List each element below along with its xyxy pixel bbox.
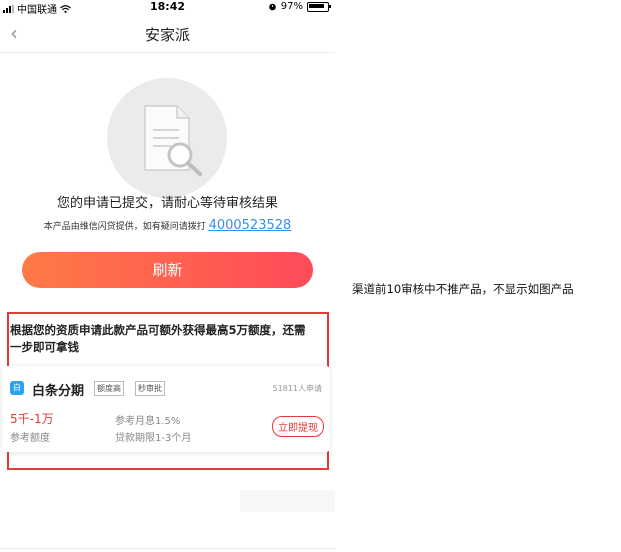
applicant-count: 51811人申请 — [272, 384, 322, 393]
phone-screen: 中国联通 18:42 97% ‹ 安家派 您的申请已提交，请耐心等待审核结果 本… — [0, 0, 335, 552]
withdraw-button[interactable]: 立即提现 — [272, 416, 324, 437]
product-tag: 额度高 — [94, 381, 124, 396]
document-magnifier-icon — [144, 105, 202, 176]
page-title: 安家派 — [144, 26, 190, 44]
promo-text: 根据您的资质申请此款产品可额外获得最高5万额度，还需 一步即可拿钱 — [10, 322, 335, 356]
product-card[interactable]: 白条 白条分期 额度高 秒审批 51811人申请 5千-1万 参考额度 参考月息… — [2, 366, 330, 452]
document-search-illustration — [107, 78, 227, 198]
product-logo-icon: 白条 — [10, 381, 24, 406]
alarm-icon — [268, 3, 276, 11]
divider — [0, 548, 335, 549]
refresh-button[interactable]: 刷新 — [22, 252, 313, 288]
submission-message: 您的申请已提交，请耐心等待审核结果 — [56, 196, 278, 211]
loan-period: 贷款期限1-3个月 — [115, 433, 192, 444]
annotation-note: 渠道前10审核中不推产品，不显示如图产品 — [352, 282, 574, 296]
provider-text: 本产品由维信闪贷提供，如有疑问请拨打 — [43, 222, 206, 232]
nav-bar: ‹ 安家派 — [0, 16, 335, 53]
background-patch — [240, 490, 335, 512]
provider-info: 本产品由维信闪贷提供，如有疑问请拨打 4000523528 — [0, 218, 335, 233]
product-tag: 秒审批 — [135, 381, 165, 396]
loan-amount: 5千-1万 — [10, 412, 54, 426]
battery-icon — [307, 1, 331, 12]
battery-percent: 97% — [280, 1, 303, 12]
product-name: 白条分期 — [32, 384, 85, 399]
hotline-link[interactable]: 4000523528 — [209, 218, 292, 233]
promo-line-2: 一步即可拿钱 — [10, 340, 79, 354]
status-bar: 中国联通 18:42 97% — [0, 0, 335, 16]
loan-amount-label: 参考额度 — [10, 433, 50, 444]
monthly-rate: 参考月息1.5% — [115, 416, 181, 427]
promo-line-1: 根据您的资质申请此款产品可额外获得最高5万额度，还需 — [10, 323, 306, 337]
